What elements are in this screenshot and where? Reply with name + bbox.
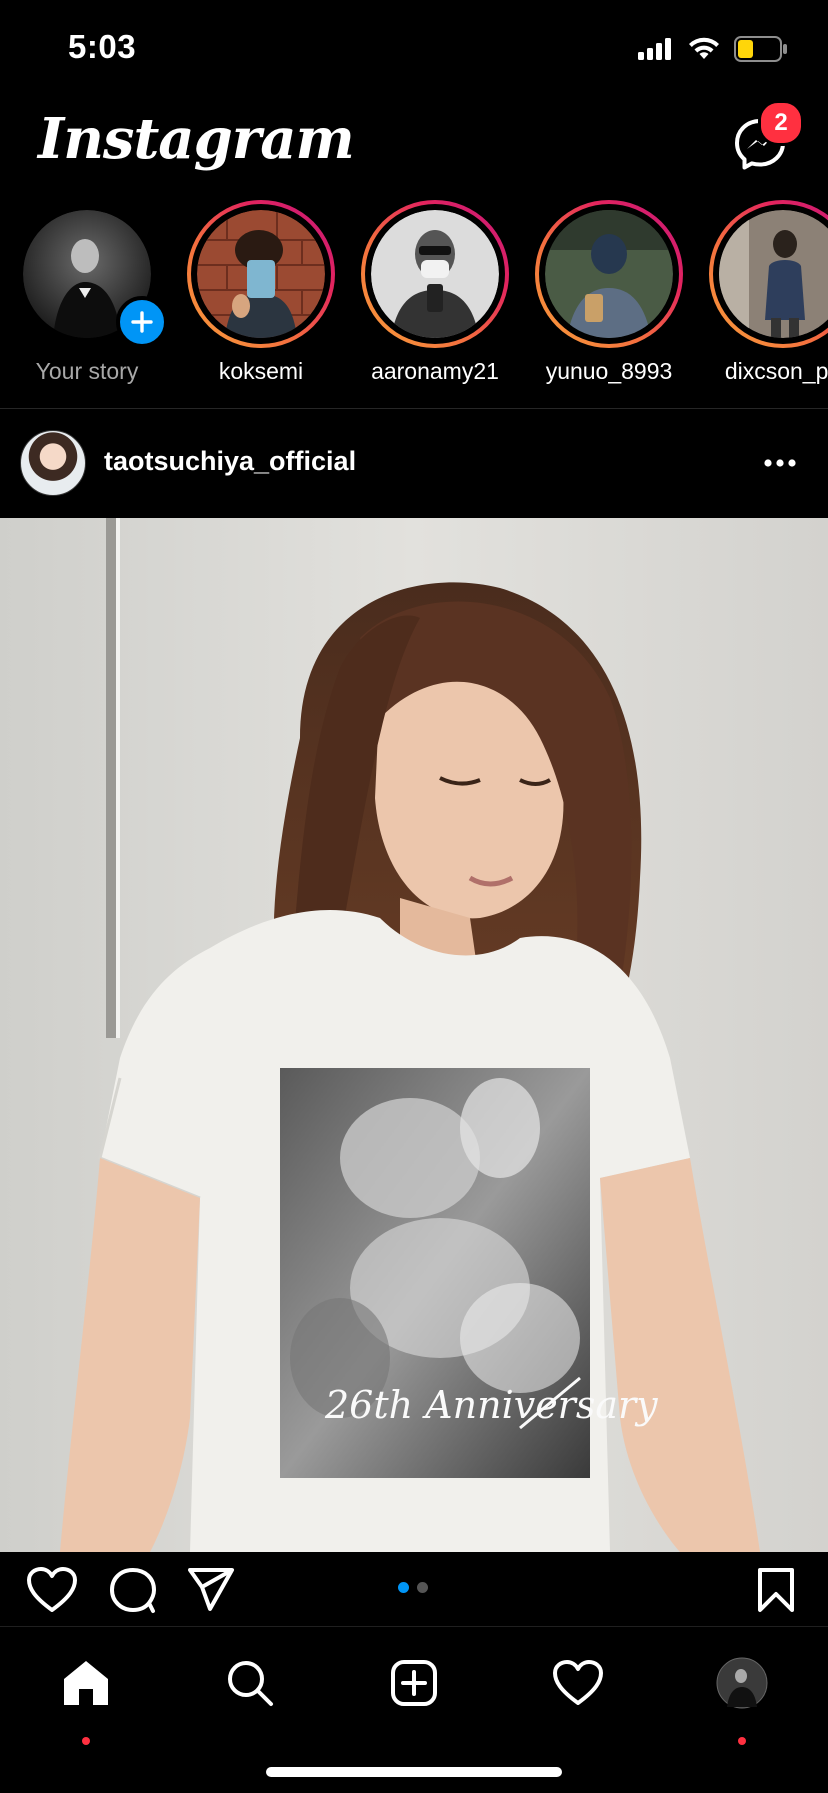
story-yunuo-8993[interactable]: yunuo_8993 — [534, 200, 684, 385]
post-header: taotsuchiya_official — [0, 430, 828, 500]
tab-search[interactable] — [220, 1653, 280, 1713]
story-name: Your story — [35, 358, 139, 384]
story-name: dixcson_pa — [724, 358, 828, 384]
home-icon — [64, 1661, 108, 1705]
carousel-dot-active — [398, 1582, 409, 1593]
save-bookmark-icon[interactable] — [756, 1566, 796, 1614]
like-heart-icon[interactable] — [26, 1566, 78, 1614]
cellular-signal-icon — [638, 38, 671, 60]
new-post-icon — [391, 1660, 437, 1706]
comment-icon[interactable] — [108, 1566, 158, 1614]
profile-notification-dot — [738, 1737, 746, 1745]
tab-bar — [0, 1626, 828, 1793]
carousel-indicator — [398, 1582, 428, 1593]
post-username[interactable]: taotsuchiya_official — [104, 446, 356, 477]
carousel-dot — [417, 1582, 428, 1593]
unread-badge: 2 — [758, 100, 804, 146]
post-image: 26th Anniversary — [0, 518, 828, 1552]
status-bar: 5:03 — [0, 0, 828, 96]
share-icon[interactable] — [186, 1566, 236, 1614]
story-your-story[interactable]: Your story — [12, 200, 168, 385]
post-author-avatar[interactable] — [20, 430, 86, 496]
home-notification-dot — [82, 1737, 90, 1745]
story-avatar — [719, 210, 828, 338]
home-indicator — [266, 1767, 562, 1777]
stories-tray: Your story koksemi aaronamy21 yunuo_8993… — [0, 200, 828, 400]
story-dixcson-pa[interactable]: dixcson_pa — [708, 200, 828, 385]
tab-new-post[interactable] — [384, 1653, 444, 1713]
divider — [0, 408, 828, 409]
wifi-icon — [689, 37, 719, 59]
story-name: yunuo_8993 — [545, 358, 673, 384]
status-icons — [638, 36, 788, 62]
post-photo[interactable]: 26th Anniversary — [0, 518, 828, 1552]
activity-heart-icon — [553, 1660, 603, 1705]
story-name: koksemi — [218, 358, 304, 384]
app-header: Instagram 2 — [0, 96, 828, 196]
story-name: aaronamy21 — [371, 358, 499, 384]
story-avatar — [371, 210, 499, 338]
post-actions — [0, 1552, 828, 1624]
search-icon — [228, 1661, 273, 1706]
battery-icon — [734, 36, 787, 62]
story-koksemi[interactable]: koksemi — [186, 200, 336, 385]
tab-home[interactable] — [56, 1653, 116, 1713]
profile-avatar — [716, 1657, 768, 1709]
shirt-print-text: 26th Anniversary — [324, 1383, 658, 1427]
more-options-icon[interactable] — [760, 448, 800, 478]
tab-activity[interactable] — [548, 1653, 608, 1713]
tab-profile[interactable] — [712, 1653, 772, 1713]
status-time: 5:03 — [68, 28, 137, 65]
story-avatar — [197, 210, 325, 338]
story-avatar — [545, 210, 673, 338]
story-aaronamy21[interactable]: aaronamy21 — [360, 200, 510, 385]
instagram-logo: Instagram — [38, 106, 355, 172]
add-story-icon[interactable] — [116, 296, 168, 348]
